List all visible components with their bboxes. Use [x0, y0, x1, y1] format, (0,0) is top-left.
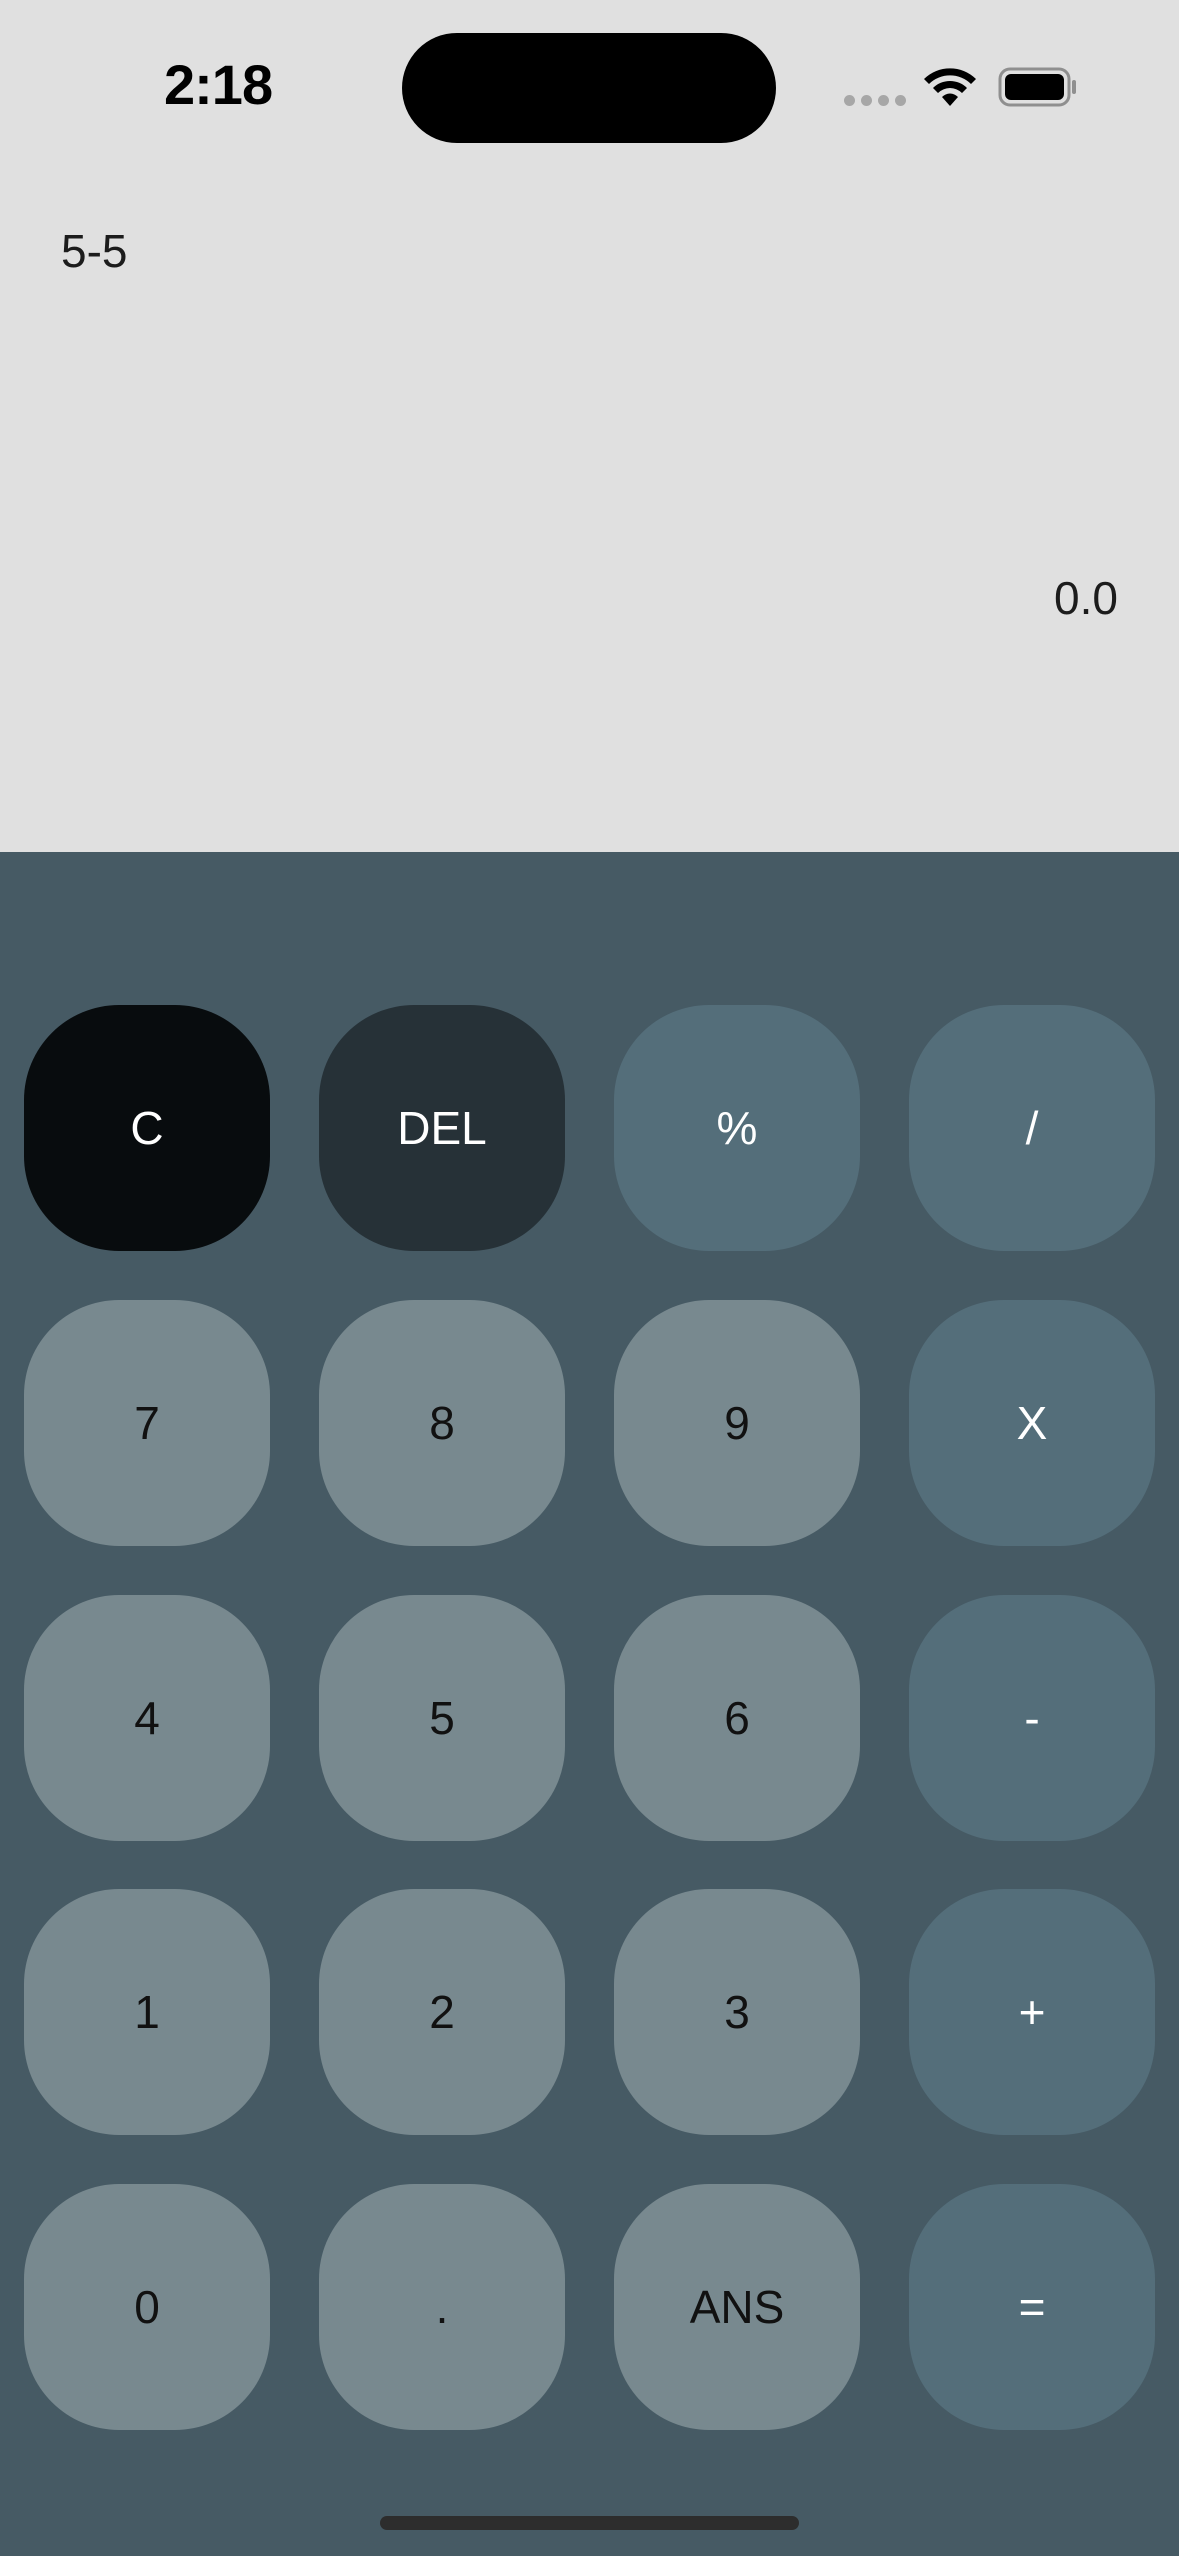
digit-2-button[interactable]: 2 [319, 1889, 565, 2135]
battery-icon [998, 67, 1076, 107]
digit-4-button[interactable]: 4 [24, 1595, 270, 1841]
digit-0-button[interactable]: 0 [24, 2184, 270, 2430]
result-text: 0.0 [1054, 572, 1118, 624]
clear-button[interactable]: C [24, 1005, 270, 1251]
add-button[interactable]: + [909, 1889, 1155, 2135]
dynamic-island [402, 33, 776, 143]
multiply-button[interactable]: X [909, 1300, 1155, 1546]
equals-button[interactable]: = [909, 2184, 1155, 2430]
wifi-icon [924, 68, 976, 106]
digit-8-button[interactable]: 8 [319, 1300, 565, 1546]
decimal-point-button[interactable]: . [319, 2184, 565, 2430]
digit-7-button[interactable]: 7 [24, 1300, 270, 1546]
cellular-signal-icon [844, 95, 906, 107]
percent-button[interactable]: % [614, 1005, 860, 1251]
status-time: 2:18 [164, 53, 273, 116]
digit-9-button[interactable]: 9 [614, 1300, 860, 1546]
delete-button[interactable]: DEL [319, 1005, 565, 1251]
divide-button[interactable]: / [909, 1005, 1155, 1251]
subtract-button[interactable]: - [909, 1595, 1155, 1841]
home-indicator[interactable] [380, 2516, 799, 2530]
digit-1-button[interactable]: 1 [24, 1889, 270, 2135]
display-area: 2:18 5-5 0.0 [0, 0, 1179, 852]
digit-3-button[interactable]: 3 [614, 1889, 860, 2135]
ans-button[interactable]: ANS [614, 2184, 860, 2430]
digit-5-button[interactable]: 5 [319, 1595, 565, 1841]
digit-6-button[interactable]: 6 [614, 1595, 860, 1841]
expression-text: 5-5 [61, 225, 128, 277]
